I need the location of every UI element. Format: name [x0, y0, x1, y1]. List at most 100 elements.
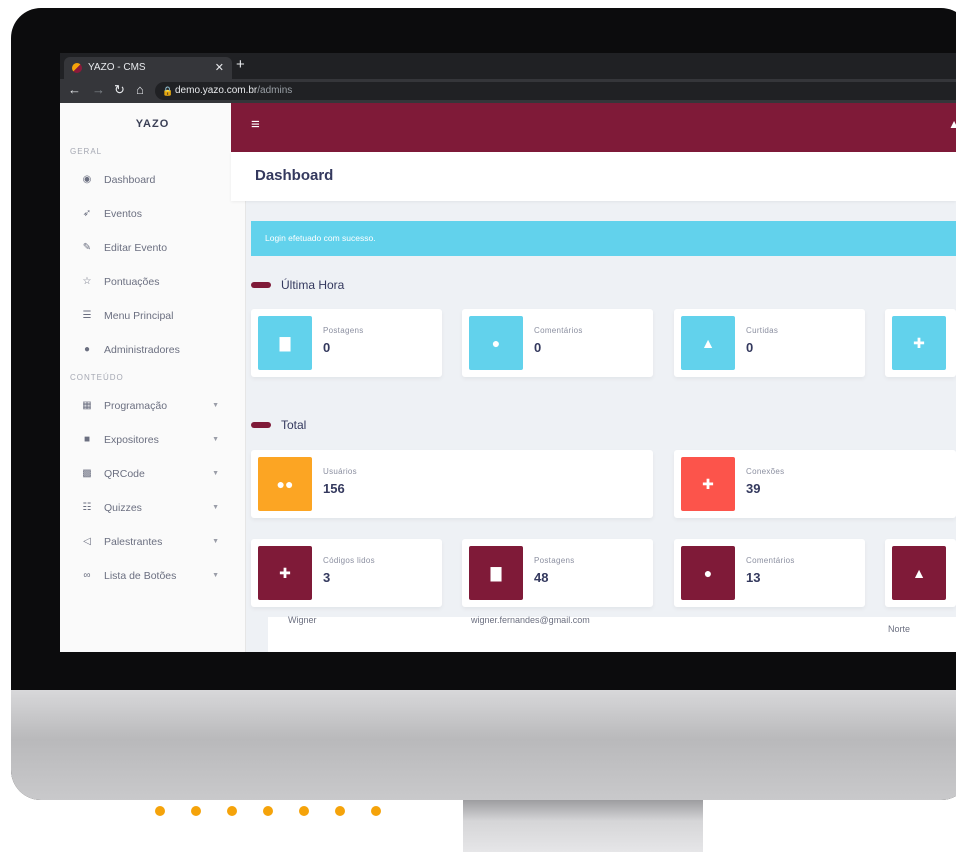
stat-value: 48: [534, 570, 549, 585]
favicon-icon: [72, 63, 82, 73]
section-title: Total: [281, 418, 307, 432]
stat-label: Postagens: [534, 556, 575, 565]
reload-icon[interactable]: ↻: [114, 82, 125, 98]
home-icon[interactable]: ⌂: [136, 82, 144, 97]
sidebar-item-editar-evento[interactable]: ✎ Editar Evento: [60, 231, 245, 265]
table-cell: Wigner: [288, 615, 317, 625]
address-bar[interactable]: 🔒 demo.yazo.com.br/admins: [155, 82, 956, 100]
stat-value: 0: [746, 340, 754, 355]
table-cell: Norte: [888, 624, 911, 634]
file-icon: ▇: [258, 316, 312, 370]
chevron-down-icon: ▼: [212, 538, 219, 545]
list-ol-icon: ☷: [82, 502, 92, 513]
rocket-icon: ➶: [82, 208, 92, 219]
decorative-dot: [335, 806, 345, 816]
sidebar-item-expositores[interactable]: ■ Expositores ▼: [60, 423, 245, 457]
sidebar-item-eventos[interactable]: ➶ Eventos: [60, 197, 245, 231]
stat-card-usuarios[interactable]: ●● Usuários 156: [251, 450, 653, 518]
user-menu-icon[interactable]: ▲: [948, 117, 956, 131]
decorative-dot: [371, 806, 381, 816]
sidebar-item-label: Dashboard: [104, 174, 156, 186]
sidebar-item-label: Lista de Botões: [104, 570, 177, 582]
sidebar-item-dashboard[interactable]: ◉ Dashboard: [60, 163, 245, 197]
sidebar-item-qrcode[interactable]: ▩ QRCode ▼: [60, 457, 245, 491]
success-alert: Login efetuado com sucesso.: [251, 221, 956, 256]
table-cell: wigner.fernandes@gmail.com: [471, 615, 590, 625]
page-header: Dashboard: [231, 152, 956, 201]
background-table-row: Wigner wigner.fernandes@gmail.com Norte: [268, 615, 956, 652]
sidebar: YAZO GERAL ◉ Dashboard ➶ Eventos ✎ Edita…: [60, 103, 246, 652]
calendar-icon: ▦: [82, 400, 92, 411]
stat-value: 156: [323, 481, 345, 496]
sidebar-item-label: Eventos: [104, 208, 142, 220]
sidebar-item-quizzes[interactable]: ☷ Quizzes ▼: [60, 491, 245, 525]
lock-icon: 🔒: [162, 86, 174, 96]
stat-label: Curtidas: [746, 326, 779, 335]
screen: YAZO - CMS ✕ + ← → ↻ ⌂ 🔒 demo.yazo.com.b…: [60, 53, 956, 652]
thumbs-up-icon: ▲: [681, 316, 735, 370]
sidebar-item-palestrantes[interactable]: ◁ Palestrantes ▼: [60, 525, 245, 559]
browser-toolbar: ← → ↻ ⌂ 🔒 demo.yazo.com.br/admins: [60, 79, 956, 103]
url-path: /admins: [257, 85, 293, 96]
stat-card-postagens-total[interactable]: ▇ Postagens 48: [462, 539, 653, 607]
stat-card-comentarios[interactable]: ● Comentários 0: [462, 309, 653, 377]
sidebar-section-title: GERAL: [70, 147, 103, 156]
sidebar-item-label: Expositores: [104, 434, 159, 446]
section-heading-total: Total: [251, 418, 306, 432]
stat-value: 3: [323, 570, 331, 585]
tab-title: YAZO - CMS: [88, 62, 146, 73]
app: YAZO GERAL ◉ Dashboard ➶ Eventos ✎ Edita…: [60, 103, 956, 652]
stat-label: Conexões: [746, 467, 785, 476]
chevron-down-icon: ▼: [212, 470, 219, 477]
sidebar-item-programacao[interactable]: ▦ Programação ▼: [60, 389, 245, 423]
file-icon: ▇: [469, 546, 523, 600]
forward-icon[interactable]: →: [92, 82, 105, 97]
chevron-down-icon: ▼: [212, 436, 219, 443]
section-pill-icon: [251, 281, 271, 288]
list-icon: ☰: [82, 310, 92, 321]
stat-label: Comentários: [534, 326, 583, 335]
close-tab-icon[interactable]: ✕: [215, 57, 224, 79]
thumbs-up-icon: ▲: [892, 546, 946, 600]
sidebar-item-label: Palestrantes: [104, 536, 163, 548]
new-tab-icon[interactable]: +: [236, 56, 245, 73]
stat-card-conexoes-partial[interactable]: ✚: [885, 309, 956, 377]
back-icon[interactable]: ←: [68, 82, 81, 97]
qrcode-icon: ▩: [82, 468, 92, 479]
sidebar-item-label: Quizzes: [104, 502, 142, 514]
sidebar-item-menu-principal[interactable]: ☰ Menu Principal: [60, 299, 245, 333]
brand-logo[interactable]: YAZO: [60, 103, 245, 145]
stat-card-comentarios-total[interactable]: ● Comentários 13: [674, 539, 865, 607]
users-icon: ●●: [258, 457, 312, 511]
browser-tab[interactable]: YAZO - CMS ✕: [64, 57, 232, 79]
url-host: demo.yazo.com.br: [175, 85, 258, 96]
sidebar-item-label: Pontuações: [104, 276, 160, 288]
stat-card-conexoes[interactable]: ✚ Conexões 39: [674, 450, 956, 518]
briefcase-icon: ■: [83, 434, 91, 445]
stat-value: 13: [746, 570, 761, 585]
comment-icon: ●: [469, 316, 523, 370]
stat-card-curtidas-partial[interactable]: ▲: [885, 539, 956, 607]
sidebar-item-label: Menu Principal: [104, 310, 174, 322]
sidebar-item-administradores[interactable]: ● Administradores: [60, 333, 245, 367]
user-plus-icon: ✚: [258, 546, 312, 600]
stat-card-curtidas[interactable]: ▲ Curtidas 0: [674, 309, 865, 377]
stat-label: Usuários: [323, 467, 357, 476]
megaphone-icon: ◁: [83, 536, 91, 547]
decorative-dot: [155, 806, 165, 816]
sidebar-item-lista-de-botoes[interactable]: ∞ Lista de Botões ▼: [60, 559, 245, 593]
top-navbar: ≡ ▲: [231, 103, 956, 152]
sidebar-item-pontuacoes[interactable]: ☆ Pontuações: [60, 265, 245, 299]
stat-card-codigos-lidos[interactable]: ✚ Códigos lidos 3: [251, 539, 442, 607]
stat-label: Comentários: [746, 556, 795, 565]
browser-tab-bar: YAZO - CMS ✕ +: [60, 53, 956, 79]
link-icon: ∞: [83, 570, 91, 581]
section-title: Última Hora: [281, 278, 345, 292]
hamburger-menu-icon[interactable]: ≡: [251, 116, 260, 133]
page-title: Dashboard: [255, 167, 334, 184]
stat-card-postagens[interactable]: ▇ Postagens 0: [251, 309, 442, 377]
sidebar-item-label: Programação: [104, 400, 168, 412]
decorative-dot: [191, 806, 201, 816]
section-pill-icon: [251, 421, 271, 428]
edit-icon: ✎: [82, 242, 92, 253]
